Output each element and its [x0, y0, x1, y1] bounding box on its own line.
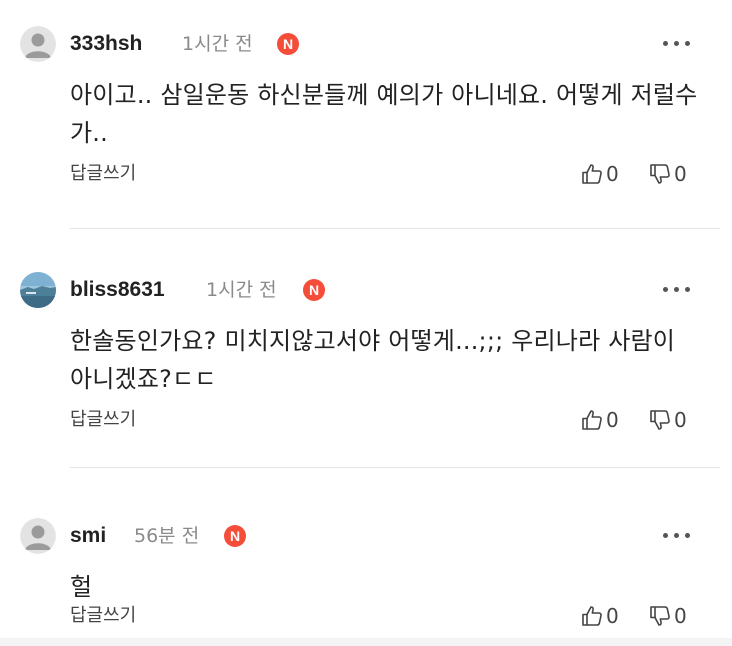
comment-text: 아이고.. 삼일운동 하신분들께 예의가 아니네요. 어떻게 저럴수가.. [70, 81, 698, 147]
comment-text: 한솔동인가요? 미치지않고서야 어떻게...;;; 우리나라 사람이 아니겠죠?… [70, 327, 676, 393]
dislike-count: 0 [674, 162, 687, 186]
like-count: 0 [606, 162, 619, 186]
thumbs-up-icon [582, 164, 602, 184]
dislike-button[interactable]: 0 [648, 602, 687, 630]
comment-time: 1시간 전 [182, 33, 253, 55]
divider [70, 467, 720, 468]
dislike-button[interactable]: 0 [648, 406, 687, 434]
reply-button[interactable]: 답글쓰기 [70, 604, 136, 628]
dislike-count: 0 [674, 408, 687, 432]
like-count: 0 [606, 408, 619, 432]
thumbs-down-icon [650, 410, 670, 430]
like-button[interactable]: 0 [580, 602, 619, 630]
thumbs-up-icon [582, 606, 602, 626]
thumbs-up-icon [582, 410, 602, 430]
avatar[interactable] [20, 518, 56, 554]
comment-time: 56분 전 [134, 525, 200, 547]
more-dots-icon[interactable] [662, 528, 692, 542]
like-button[interactable]: 0 [580, 406, 619, 434]
comment-time: 1시간 전 [206, 279, 277, 301]
like-count: 0 [606, 604, 619, 628]
thumbs-down-icon [650, 606, 670, 626]
thumbs-down-icon [650, 164, 670, 184]
comment-username[interactable]: 333hsh [70, 30, 142, 58]
reply-button[interactable]: 답글쓰기 [70, 408, 136, 432]
comment-username[interactable]: bliss8631 [70, 276, 165, 304]
more-dots-icon[interactable] [662, 36, 692, 50]
like-button[interactable]: 0 [580, 160, 619, 188]
default-person-icon [20, 518, 56, 554]
avatar[interactable] [20, 272, 56, 308]
divider [70, 228, 720, 229]
new-badge: N [224, 525, 246, 547]
dislike-count: 0 [674, 604, 687, 628]
bottom-edge [0, 638, 732, 646]
default-person-icon [20, 26, 56, 62]
dislike-button[interactable]: 0 [648, 160, 687, 188]
comment-text: 헐 [70, 573, 93, 601]
more-dots-icon[interactable] [662, 282, 692, 296]
avatar[interactable] [20, 26, 56, 62]
comment-username[interactable]: smi [70, 522, 106, 550]
landscape-photo [20, 272, 56, 308]
new-badge: N [277, 33, 299, 55]
reply-button[interactable]: 답글쓰기 [70, 162, 136, 186]
new-badge: N [303, 279, 325, 301]
